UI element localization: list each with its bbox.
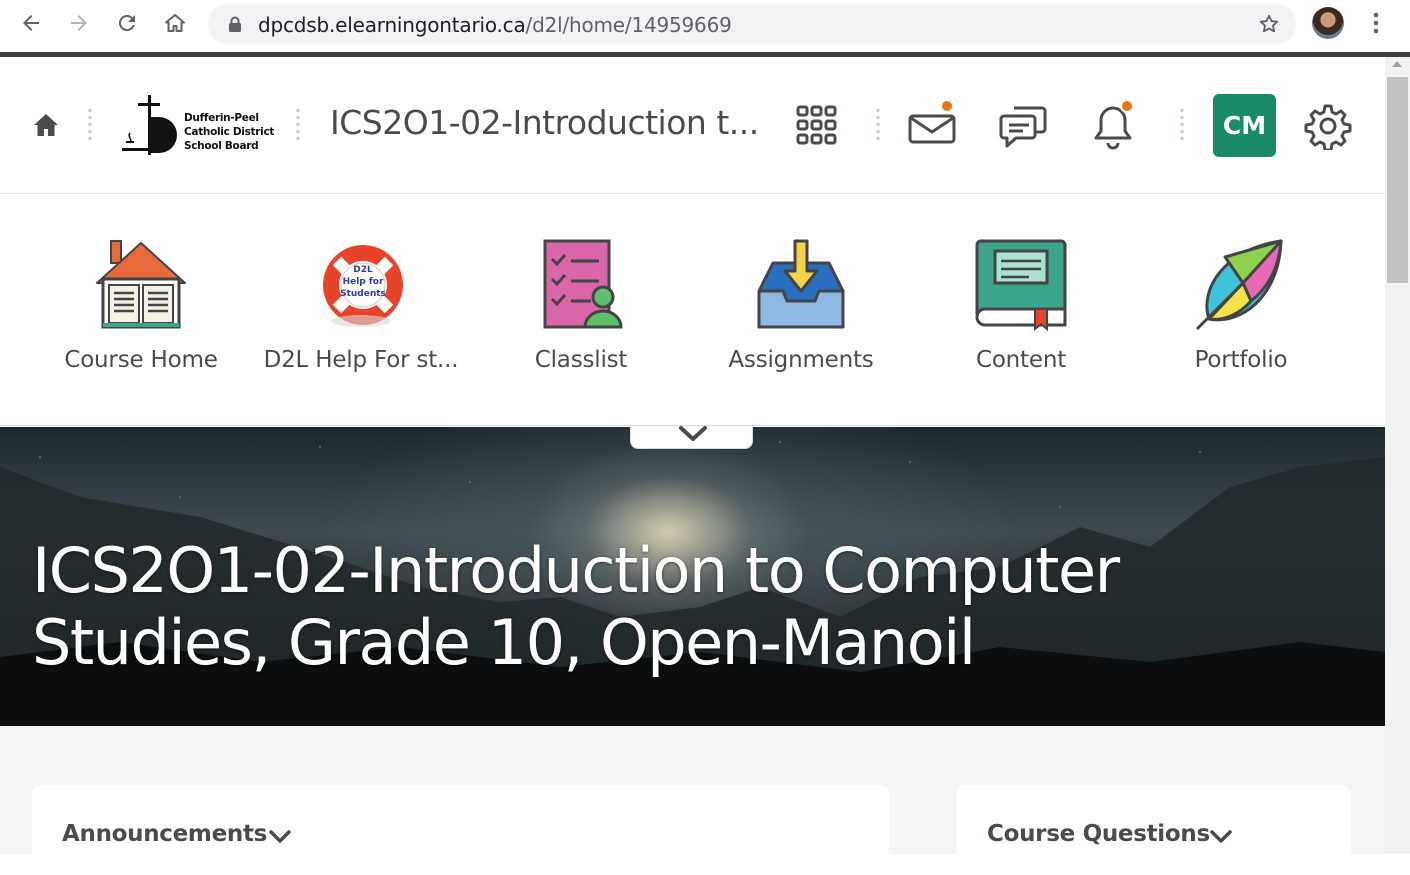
update-alerts-icon[interactable] (1089, 99, 1139, 150)
separator (88, 107, 92, 143)
separator (876, 107, 880, 143)
nav-item-label: D2L Help For st... (263, 347, 459, 373)
scroll-up-arrow-icon[interactable] (1392, 61, 1402, 67)
banner-course-title: ICS2O1-02-Introduction to Computer Studi… (32, 534, 1120, 679)
forward-icon[interactable] (64, 8, 94, 38)
nav-item-d2l-help[interactable]: D2L Help for Students D2L Help For st... (261, 239, 461, 389)
chevron-down-icon[interactable] (1209, 829, 1233, 845)
svg-text:Students: Students (340, 289, 386, 299)
content-book-icon (975, 239, 1067, 331)
nav-item-course-home[interactable]: Course Home (41, 239, 241, 389)
logo-text: Dufferin-Peel Catholic District School B… (184, 112, 275, 152)
profile-avatar[interactable] (1312, 7, 1344, 39)
nav-item-label: Assignments (728, 347, 874, 373)
browser-home-icon[interactable] (160, 8, 190, 38)
home-icon[interactable] (32, 111, 60, 139)
widget-title: Announcements (62, 821, 268, 847)
course-navbar: Course Home D2L Help for Students D2L He… (0, 195, 1385, 426)
message-alerts-icon[interactable] (907, 99, 957, 150)
lock-icon (229, 16, 241, 32)
course-home-icon (96, 240, 186, 329)
nav-item-label: Content (975, 347, 1067, 373)
nav-item-content[interactable]: Content (921, 239, 1121, 389)
nav-item-label: Portfolio (1194, 347, 1288, 373)
separator (1180, 107, 1184, 143)
reload-icon[interactable] (112, 8, 142, 38)
portfolio-leaf-icon (1195, 239, 1283, 331)
url-text: dpcdsb.elearningontario.ca/d2l/home/1495… (258, 13, 732, 37)
course-questions-widget: Course Questions (957, 785, 1351, 875)
menu-kebab-icon[interactable] (1366, 8, 1386, 38)
navbar-expand-button[interactable] (630, 426, 753, 449)
browser-toolbar: dpcdsb.elearningontario.ca/d2l/home/1495… (0, 0, 1410, 52)
course-selector-grid-icon[interactable] (793, 102, 843, 150)
user-avatar-button[interactable]: CM (1213, 94, 1276, 157)
minibar-header: Dufferin-Peel Catholic District School B… (0, 57, 1385, 194)
settings-gear-icon[interactable] (1304, 102, 1354, 152)
nav-item-label: Course Home (64, 347, 218, 373)
classlist-icon (543, 239, 623, 329)
scrollbar-thumb[interactable] (1387, 77, 1408, 283)
back-icon[interactable] (16, 8, 46, 38)
notification-dot (940, 99, 954, 113)
separator (296, 107, 300, 143)
d2l-help-lifebuoy-icon: D2L Help for Students (323, 245, 403, 327)
assignments-inbox-icon (757, 239, 845, 329)
announcements-widget: Announcements (32, 785, 889, 875)
course-title-link[interactable]: ICS2O1-02-Introduction t... (330, 103, 759, 142)
course-banner: ICS2O1-02-Introduction to Computer Studi… (0, 427, 1385, 726)
nav-item-classlist[interactable]: Classlist (481, 239, 681, 389)
svg-text:D2L: D2L (353, 265, 373, 275)
address-bar[interactable]: dpcdsb.elearningontario.ca/d2l/home/1495… (208, 4, 1296, 44)
nav-item-assignments[interactable]: Assignments (701, 239, 901, 389)
page-scrollbar[interactable] (1385, 57, 1410, 854)
dpcdsb-logo-icon (122, 95, 177, 155)
chevron-down-icon[interactable] (268, 829, 292, 845)
school-logo[interactable]: Dufferin-Peel Catholic District School B… (120, 95, 280, 157)
chevron-down-icon (679, 426, 707, 441)
nav-item-label: Classlist (534, 347, 628, 373)
svg-text:Help for: Help for (343, 277, 384, 287)
notification-dot (1120, 99, 1134, 113)
subscription-alerts-icon[interactable] (998, 102, 1048, 150)
widget-title: Course Questions (987, 821, 1210, 847)
nav-item-portfolio[interactable]: Portfolio (1141, 239, 1341, 389)
bookmark-star-icon[interactable] (1258, 13, 1280, 35)
